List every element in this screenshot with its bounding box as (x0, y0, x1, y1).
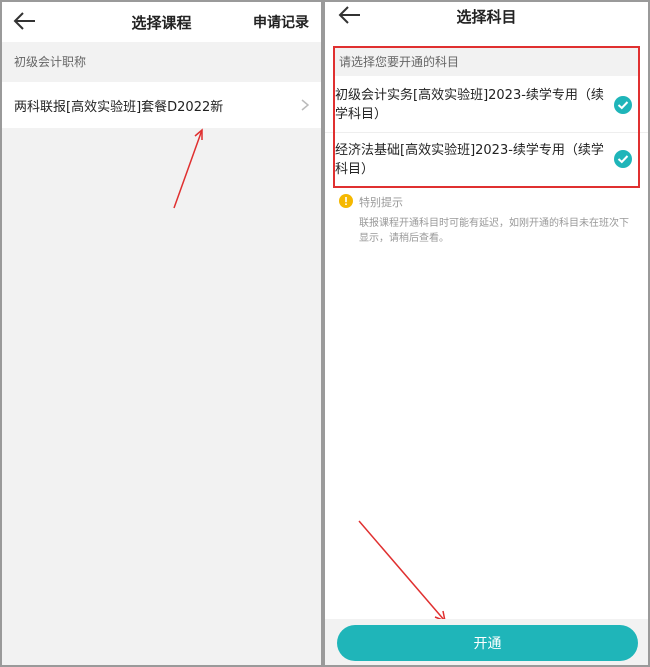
select-course-screen: 选择课程 申请记录 初级会计职称 两科联报[高效实验班]套餐D2022新 (2, 2, 321, 665)
header: 选择科目 (325, 2, 648, 42)
bottom-bar: 开通 (325, 619, 648, 665)
notice-text: 联报课程开通科目时可能有延迟，如刚开通的科目未在班次下显示，请稍后查看。 (359, 218, 629, 244)
chevron-right-icon (301, 99, 309, 111)
section-title: 初级会计职称 (2, 42, 321, 82)
page-title: 选择科目 (456, 8, 517, 26)
select-subject-screen: 选择科目 请选择您要开通的科目 初级会计实务[高效实验班]2023-续学专用（续… (325, 2, 648, 665)
course-item[interactable]: 两科联报[高效实验班]套餐D2022新 (2, 82, 321, 128)
content-background (2, 128, 321, 665)
annotation-highlight-box (333, 46, 640, 188)
annotation-arrow (358, 520, 447, 623)
course-item-label: 两科联报[高效实验班]套餐D2022新 (14, 100, 224, 115)
header: 选择课程 申请记录 (2, 2, 321, 42)
warning-icon (339, 194, 353, 208)
open-button[interactable]: 开通 (337, 625, 638, 661)
notice-title: 特别提示 (359, 196, 403, 209)
apply-record-link[interactable]: 申请记录 (253, 12, 309, 32)
